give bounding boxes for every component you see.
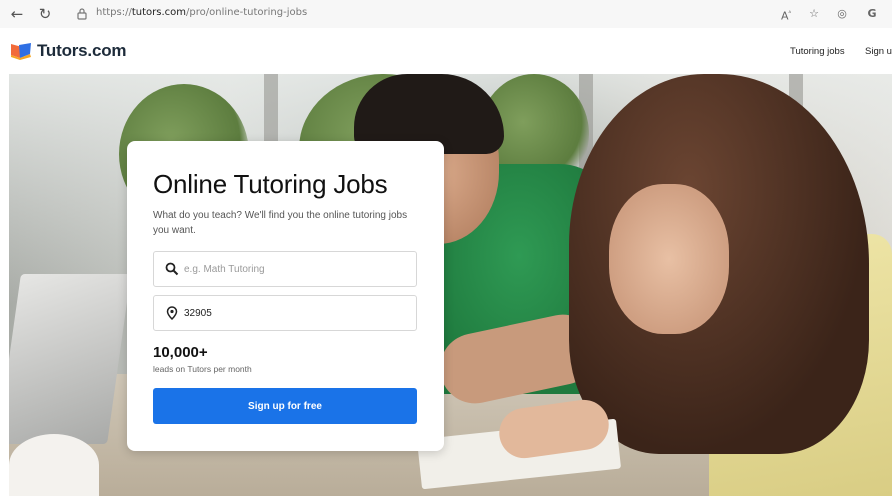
address-bar[interactable]: https://tutors.com/pro/online-tutoring-j… (62, 4, 752, 24)
student-face (609, 184, 729, 334)
tutors-logo-icon[interactable] (10, 42, 32, 60)
nav-link-sign-up[interactable]: Sign u (865, 46, 892, 57)
mug (9, 434, 99, 496)
url-text[interactable]: https://tutors.com/pro/online-tutoring-j… (96, 7, 307, 18)
page-title: Online Tutoring Jobs (153, 169, 388, 199)
logo-text[interactable]: Tutors.com (37, 41, 127, 61)
zip-code-field[interactable] (153, 295, 417, 331)
sign-up-button[interactable]: Sign up for free (153, 388, 417, 424)
search-icon (165, 262, 179, 276)
favorites-icon[interactable]: ☆ (806, 6, 822, 22)
browser-toolbar: ← ↻ https://tutors.com/pro/online-tutori… (0, 0, 892, 29)
profile-icon[interactable]: G (864, 6, 880, 22)
card-subtitle: What do you teach? We'll find you the on… (153, 210, 408, 236)
read-aloud-icon[interactable]: Aᴬ (778, 6, 794, 23)
refresh-icon[interactable]: ↻ (36, 5, 54, 23)
job-search-card: Online Tutoring Jobs What do you teach? … (127, 141, 444, 451)
extensions-icon[interactable]: ◎ (834, 6, 850, 22)
subject-search-field[interactable] (153, 251, 417, 287)
subject-search-input[interactable] (184, 260, 404, 278)
leads-count: 10,000+ (153, 344, 208, 361)
location-pin-icon (166, 306, 178, 320)
lock-icon[interactable] (76, 7, 88, 20)
zip-code-input[interactable] (184, 304, 404, 322)
site-header: Tutors.com Tutoring jobs Sign u (0, 28, 892, 74)
leads-caption: leads on Tutors per month (153, 364, 252, 374)
nav-link-tutoring-jobs[interactable]: Tutoring jobs (790, 46, 845, 57)
back-arrow-icon[interactable]: ← (8, 5, 26, 23)
